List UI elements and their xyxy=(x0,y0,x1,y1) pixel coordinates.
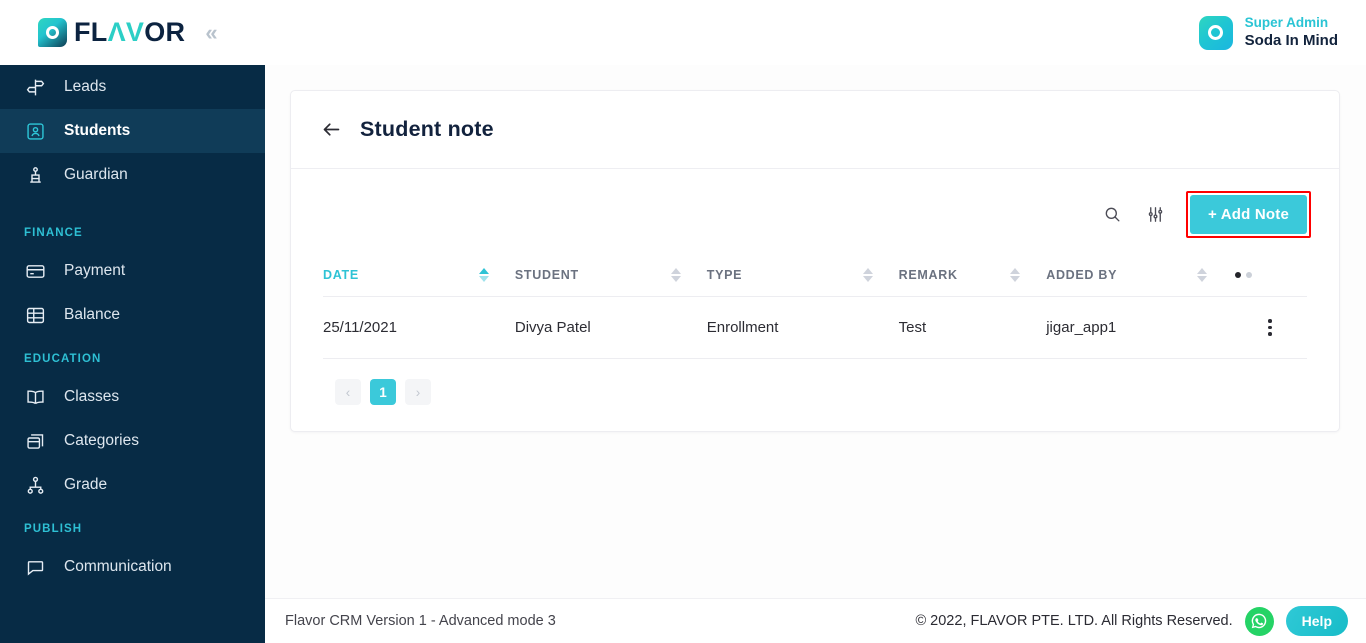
table-row[interactable]: 25/11/2021 Divya Patel Enrollment Test j… xyxy=(323,296,1307,359)
column-header-date[interactable]: DATE xyxy=(323,254,515,297)
sort-arrows-icon xyxy=(1010,268,1021,282)
cell-remark: Test xyxy=(898,296,1047,359)
sidebar: Leads Students Guardian FINANCE Payment … xyxy=(0,65,265,643)
sort-arrows-icon xyxy=(670,268,681,282)
pagination: ‹ 1 › xyxy=(291,359,1339,431)
search-icon[interactable] xyxy=(1100,202,1126,228)
sidebar-item-categories[interactable]: Categories xyxy=(0,419,265,463)
sidebar-item-payment[interactable]: Payment xyxy=(0,249,265,293)
hierarchy-icon xyxy=(24,474,46,496)
sidebar-item-classes[interactable]: Classes xyxy=(0,375,265,419)
sidebar-item-label: Categories xyxy=(64,432,139,449)
whatsapp-icon[interactable] xyxy=(1244,606,1274,636)
column-header-remark[interactable]: REMARK xyxy=(899,254,1047,297)
user-meta: Super Admin Soda In Mind xyxy=(1245,15,1338,51)
column-label: TYPE xyxy=(706,268,743,282)
table-body: 25/11/2021 Divya Patel Enrollment Test j… xyxy=(323,296,1307,359)
flavor-logo-mark-icon xyxy=(38,18,67,47)
add-note-highlight: + Add Note xyxy=(1185,191,1311,238)
filter-sliders-icon[interactable] xyxy=(1143,202,1169,228)
arrow-left-icon[interactable] xyxy=(321,119,342,140)
table-wrap: DATE STUDENT TYPE REMARK ADDED BY 25/11/… xyxy=(291,254,1339,359)
sidebar-item-label: Communication xyxy=(64,558,172,575)
guardian-icon xyxy=(24,164,46,186)
column-header-student[interactable]: STUDENT xyxy=(515,254,707,297)
content-scroll: Student note + Add Note DATE STUDENT TYP… xyxy=(265,65,1366,598)
user-name: Soda In Mind xyxy=(1244,31,1338,49)
logo[interactable]: FL ΛV OR xyxy=(38,18,185,47)
add-note-button[interactable]: + Add Note xyxy=(1189,195,1307,234)
user-menu[interactable]: Super Admin Soda In Mind xyxy=(1198,15,1348,51)
column-header-actions xyxy=(1233,254,1307,297)
balance-sheet-icon xyxy=(24,304,46,326)
student-badge-icon xyxy=(24,120,46,142)
credit-card-icon xyxy=(24,260,46,282)
footer-right: © 2022, FLAVOR PTE. LTD. All Rights Rese… xyxy=(915,606,1348,636)
sidebar-section-publish: PUBLISH xyxy=(24,523,83,535)
cell-type: Enrollment xyxy=(706,296,899,359)
logo-wordmark: FL ΛV OR xyxy=(74,19,185,46)
top-bar: FL ΛV OR « Super Admin Soda In Mind xyxy=(0,0,1366,65)
sidebar-item-label: Payment xyxy=(64,262,126,279)
sidebar-item-label: Guardian xyxy=(64,166,128,183)
column-label: REMARK xyxy=(898,268,958,282)
student-note-card: Student note + Add Note DATE STUDENT TYP… xyxy=(290,90,1340,432)
sidebar-item-guardian[interactable]: Guardian xyxy=(0,153,265,197)
footer: Flavor CRM Version 1 - Advanced mode 3 ©… xyxy=(265,598,1366,643)
table-header: DATE STUDENT TYPE REMARK ADDED BY xyxy=(323,254,1307,297)
cell-actions xyxy=(1233,296,1307,359)
chevron-double-left-icon[interactable]: « xyxy=(199,20,220,46)
open-book-icon xyxy=(24,386,46,408)
kebab-menu-icon[interactable] xyxy=(1233,319,1307,336)
footer-version: Flavor CRM Version 1 - Advanced mode 3 xyxy=(285,613,556,629)
sidebar-section-finance: FINANCE xyxy=(24,227,83,239)
brand-area: FL ΛV OR « xyxy=(38,18,221,47)
column-header-type[interactable]: TYPE xyxy=(707,254,899,297)
boxes-icon xyxy=(24,430,46,452)
pagination-page-1[interactable]: 1 xyxy=(370,379,396,405)
column-label: ADDED BY xyxy=(1046,268,1118,282)
sidebar-item-balance[interactable]: Balance xyxy=(0,293,265,337)
sidebar-item-label: Leads xyxy=(64,78,107,95)
sidebar-item-label: Balance xyxy=(64,306,121,323)
page-title: Student note xyxy=(360,117,494,141)
column-label: DATE xyxy=(323,268,359,282)
sidebar-section-education: EDUCATION xyxy=(24,353,102,365)
body: Leads Students Guardian FINANCE Payment … xyxy=(0,65,1366,643)
cell-date: 25/11/2021 xyxy=(323,296,515,359)
footer-copyright: © 2022, FLAVOR PTE. LTD. All Rights Rese… xyxy=(915,613,1233,629)
sort-arrows-icon xyxy=(862,268,873,282)
card-header: Student note xyxy=(291,91,1339,169)
user-role: Super Admin xyxy=(1244,14,1329,30)
main-content: Student note + Add Note DATE STUDENT TYP… xyxy=(265,65,1366,643)
sidebar-item-label: Students xyxy=(64,122,131,139)
column-label: STUDENT xyxy=(514,268,579,282)
sidebar-item-communication[interactable]: Communication xyxy=(0,545,265,589)
table-header-row: DATE STUDENT TYPE REMARK ADDED BY xyxy=(323,254,1307,297)
sidebar-item-label: Grade xyxy=(64,476,108,493)
sidebar-item-label: Classes xyxy=(64,388,120,405)
cell-added-by: jigar_app1 xyxy=(1046,296,1234,359)
pager-dots-icon xyxy=(1233,272,1307,278)
column-header-added-by[interactable]: ADDED BY xyxy=(1046,254,1233,297)
avatar xyxy=(1198,15,1233,50)
sort-arrows-icon xyxy=(478,268,489,282)
pagination-next[interactable]: › xyxy=(405,379,431,405)
logo-text-part1: FL xyxy=(74,17,108,47)
app-root: FL ΛV OR « Super Admin Soda In Mind Leads xyxy=(0,0,1366,643)
student-note-table: DATE STUDENT TYPE REMARK ADDED BY 25/11/… xyxy=(323,254,1307,359)
logo-text-part2: ΛV xyxy=(107,17,145,47)
sidebar-item-grade[interactable]: Grade xyxy=(0,463,265,507)
sort-arrows-icon xyxy=(1197,268,1208,282)
sidebar-item-students[interactable]: Students xyxy=(0,109,265,153)
pagination-prev[interactable]: ‹ xyxy=(335,379,361,405)
logo-text-part3: OR xyxy=(144,17,186,47)
signpost-icon xyxy=(24,76,46,98)
cell-student: Divya Patel xyxy=(514,296,707,359)
help-button[interactable]: Help xyxy=(1285,606,1348,636)
sidebar-item-leads[interactable]: Leads xyxy=(0,65,265,109)
table-toolbar: + Add Note xyxy=(291,169,1339,254)
chat-bubble-icon xyxy=(24,556,46,578)
